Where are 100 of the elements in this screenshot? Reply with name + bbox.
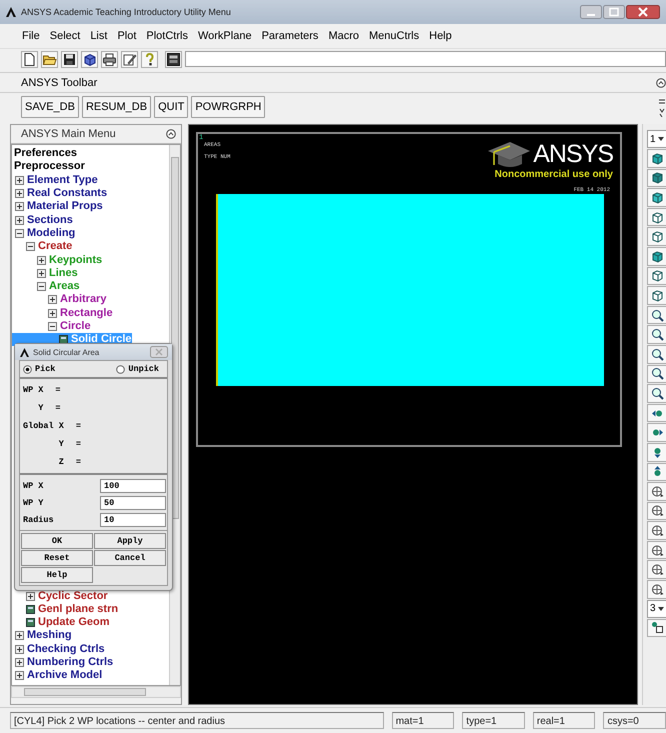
menu-tree-item[interactable]: Create [12, 240, 72, 254]
menu-item[interactable]: Select [50, 30, 80, 42]
dialog-button[interactable]: Reset [21, 550, 93, 566]
rotate-icon[interactable] [650, 484, 664, 498]
dialog-button[interactable]: Help [21, 567, 93, 583]
logo-text: ANSYS [533, 141, 613, 167]
iso-view-icon[interactable] [650, 190, 664, 204]
status-prompt: [CYL4] Pick 2 WP locations -- center and radius [10, 712, 384, 729]
iso-view-icon[interactable] [650, 171, 664, 184]
menu-item[interactable]: List [90, 30, 108, 42]
iso-view-icon[interactable] [650, 210, 664, 224]
readout-label: Z [58, 457, 64, 467]
menu-item[interactable]: Macro [328, 30, 359, 42]
view-dropdown[interactable]: 1 [647, 130, 666, 148]
rotate-icon[interactable] [650, 544, 664, 557]
new-file-icon[interactable] [22, 52, 37, 66]
menu-tree-item[interactable]: Genl plane strn [12, 602, 118, 616]
menu-item[interactable]: Help [429, 30, 452, 42]
app-logo-icon [5, 6, 17, 18]
rotate-icon[interactable] [650, 563, 664, 576]
zoom-icon[interactable] [650, 386, 664, 400]
rotate-icon[interactable] [650, 582, 664, 596]
radio-option[interactable]: Unpick [116, 364, 159, 374]
menu-tree-item[interactable]: Lines [12, 266, 78, 280]
dialog-button[interactable]: Apply [94, 533, 166, 549]
printer-icon[interactable] [102, 52, 117, 66]
input-field[interactable]: 100 [100, 478, 166, 492]
menu-tree-item[interactable]: Archive Model [12, 669, 102, 683]
status-field: type=1 [462, 712, 525, 729]
menu-tree-item[interactable]: Numbering Ctrls [12, 656, 114, 670]
menu-item[interactable]: Plot [117, 30, 136, 42]
menu-item[interactable]: WorkPlane [198, 30, 252, 42]
window-title: ANSYS Academic Teaching Introductory Utility Menu [21, 7, 232, 17]
menu-tree-item[interactable]: Element Type [12, 174, 98, 187]
menu-tree-item[interactable]: Meshing [12, 629, 72, 643]
readout-label: WP X [23, 385, 44, 395]
menu-item[interactable]: PlotCtrls [146, 30, 188, 42]
equals-sign: = [55, 385, 61, 395]
iso-view-icon[interactable] [650, 269, 664, 282]
rotate-icon[interactable] [650, 504, 664, 518]
input-field[interactable]: 50 [100, 496, 166, 510]
menu-tree-item[interactable]: Preferences [12, 147, 77, 160]
input-field[interactable]: 10 [100, 512, 166, 526]
rotate-icon[interactable] [650, 524, 664, 538]
horizontal-scrollbar[interactable] [11, 686, 181, 698]
minimize-icon [580, 5, 602, 19]
close-icon [626, 5, 660, 19]
view-dropdown[interactable]: 3 [647, 600, 666, 618]
graduation-cap-icon [486, 139, 530, 169]
menu-item[interactable]: Parameters [262, 30, 318, 42]
menu-tree-item[interactable]: Real Constants [12, 186, 108, 200]
status-field: csys=0 [603, 712, 666, 729]
toolbar-button[interactable]: QUIT [154, 96, 188, 118]
command-icon [59, 335, 68, 344]
scroll-arrows-icon [658, 97, 666, 117]
zoom-icon[interactable] [650, 308, 664, 322]
command-input-field[interactable] [185, 51, 666, 67]
radio-option[interactable]: Pick [23, 364, 56, 374]
equals-sign: = [76, 457, 81, 467]
command-window-icon[interactable] [166, 52, 181, 66]
collapse-icon [166, 129, 176, 139]
toolbar-button[interactable]: SAVE_DB [21, 96, 79, 118]
status-field: real=1 [532, 712, 596, 729]
iso-view-icon[interactable] [650, 250, 664, 263]
menu-tree-item[interactable]: Modeling [12, 226, 76, 240]
iso-view-icon[interactable] [650, 288, 664, 302]
menu-tree-item[interactable]: Checking Ctrls [12, 642, 105, 656]
menu-tree-item[interactable]: Preprocessor [12, 160, 85, 174]
menu-tree-item[interactable]: Cyclic Sector [12, 589, 108, 603]
iso-view-icon[interactable] [650, 152, 664, 165]
command-icon [26, 618, 35, 628]
readout-label: Global X [23, 421, 64, 431]
zoom-icon[interactable] [650, 348, 664, 361]
cube-icon[interactable] [82, 52, 97, 66]
dialog-title: Solid Circular Area [33, 348, 100, 356]
zoom-icon[interactable] [650, 328, 664, 342]
capture-icon[interactable] [650, 621, 664, 634]
field-label: WP X [23, 480, 44, 490]
menu-item[interactable]: File [22, 30, 40, 42]
command-icon [26, 604, 35, 614]
iso-view-icon[interactable] [650, 230, 664, 244]
toolbar-button[interactable]: RESUM_DB [82, 96, 152, 118]
collapse-icon [656, 78, 666, 88]
caret-icon [658, 606, 664, 611]
toolbar-button[interactable]: POWRGRPH [191, 96, 266, 118]
menu-tree-item[interactable]: Circle [12, 320, 91, 334]
dialog-button[interactable]: Cancel [94, 550, 166, 566]
menu-tree-item[interactable]: Rectangle [12, 306, 113, 320]
menu-tree-item[interactable]: Material Props [12, 200, 103, 214]
save-icon[interactable] [62, 52, 77, 66]
menu-tree-item[interactable]: Areas [12, 280, 80, 294]
readout-label: Y [58, 439, 64, 449]
menu-tree-item[interactable]: Keypoints [12, 253, 102, 267]
menu-tree-item[interactable]: Arbitrary [12, 293, 106, 307]
menu-tree-item[interactable]: Update Geom [12, 616, 110, 630]
menu-item[interactable]: MenuCtrls [369, 30, 420, 42]
pen-icon[interactable] [122, 52, 137, 66]
zoom-icon[interactable] [650, 367, 664, 380]
menu-tree-item[interactable]: Sections [12, 213, 73, 227]
dialog-button[interactable]: OK [21, 533, 93, 549]
